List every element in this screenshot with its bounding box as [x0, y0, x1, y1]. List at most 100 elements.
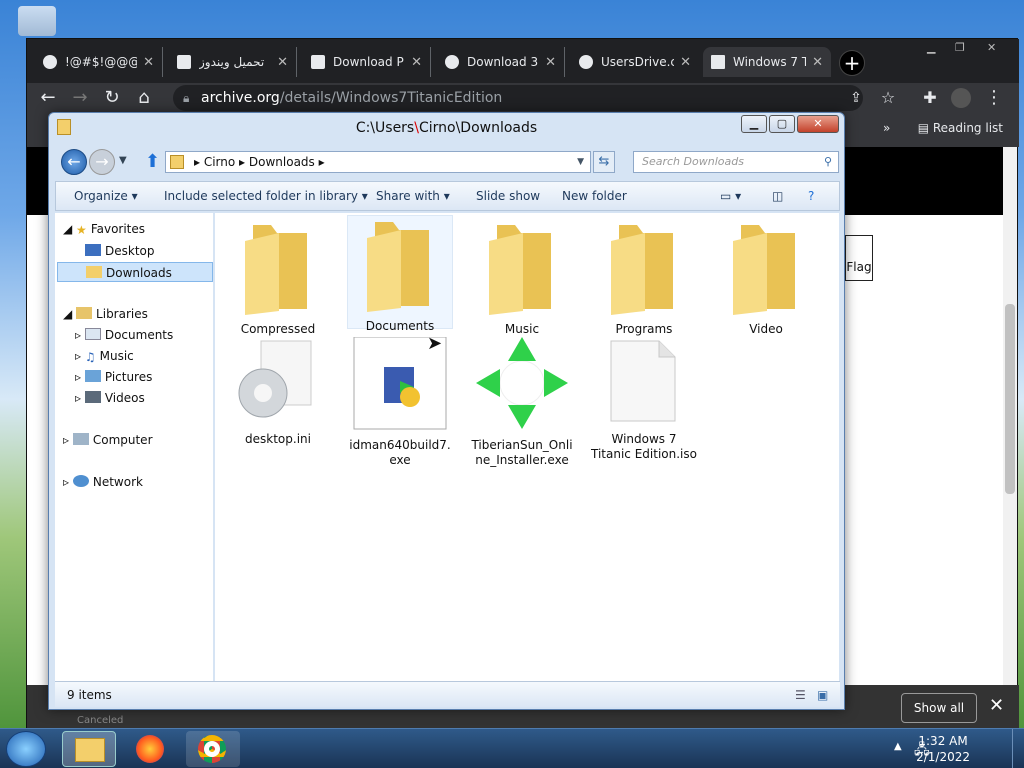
back-arrow-icon[interactable]: ←	[61, 149, 87, 175]
firefox-icon	[136, 735, 164, 763]
menu-icon[interactable]: ⋮	[983, 87, 1005, 109]
start-button[interactable]	[6, 731, 46, 767]
nav-pictures[interactable]: ▹ Pictures	[75, 367, 152, 387]
download-status: Canceled	[77, 715, 124, 726]
folder-compressed[interactable]: Compressed	[225, 219, 331, 337]
search-input[interactable]: Search Downloads ⚲	[633, 151, 839, 173]
close-tab-icon[interactable]: ✕	[411, 55, 422, 70]
pictures-icon	[84, 370, 101, 382]
reading-list-button[interactable]: ▤ Reading list	[918, 121, 1003, 135]
nav-computer[interactable]: ▹ Computer	[63, 430, 153, 450]
file-desktop-ini[interactable]: desktop.ini	[225, 337, 331, 447]
show-all-button[interactable]: Show all	[901, 693, 977, 723]
folder-music[interactable]: Music	[469, 219, 575, 337]
close-tab-icon[interactable]: ✕	[680, 55, 691, 70]
close-icon[interactable]: ✕	[987, 41, 996, 54]
share-icon[interactable]: ⇪	[845, 87, 867, 109]
file-windows7-iso[interactable]: Windows 7 Titanic Edition.iso	[591, 337, 697, 462]
folder-icon	[733, 225, 795, 315]
close-download-bar-icon[interactable]: ✕	[989, 695, 1004, 716]
close-tab-icon[interactable]: ✕	[143, 55, 154, 70]
firefox-taskbar-button[interactable]	[124, 731, 178, 767]
avatar[interactable]	[951, 88, 971, 108]
videos-icon	[84, 391, 101, 403]
recycle-bin-icon[interactable]	[18, 6, 56, 36]
tab-5[interactable]: UsersDrive.c ✕	[571, 47, 699, 77]
bookmarks-more-icon[interactable]: »	[883, 121, 890, 135]
views-icon[interactable]: ▭ ▾	[720, 182, 741, 210]
explorer-taskbar-button[interactable]	[62, 731, 116, 767]
slide-show-button[interactable]: Slide show	[476, 182, 540, 210]
folder-icon	[367, 222, 429, 312]
star-icon[interactable]: ☆	[877, 87, 899, 109]
nav-documents[interactable]: ▹ Documents	[75, 325, 173, 345]
nav-libraries[interactable]: ◢ Libraries	[63, 304, 148, 324]
close-button[interactable]: ✕	[797, 115, 839, 133]
nav-music[interactable]: ▹ ♫ Music	[75, 346, 134, 366]
maximize-icon[interactable]: ❐	[955, 41, 965, 54]
breadcrumb-downloads[interactable]: Downloads	[249, 155, 315, 169]
file-idman-exe[interactable]: idman640build7.exe	[347, 336, 453, 468]
home-icon[interactable]: ⌂	[133, 87, 155, 109]
large-icons-view-icon[interactable]: ▣	[817, 682, 828, 708]
reload-icon[interactable]: ↻	[101, 87, 123, 109]
navigation-pane: ◢ ★ Favorites Desktop Downloads ◢ Librari…	[55, 213, 213, 681]
tab-6[interactable]: Windows 7 T ✕	[703, 47, 831, 77]
tab-2[interactable]: تحميل ويندوز ✕	[169, 47, 297, 77]
nav-videos[interactable]: ▹ Videos	[75, 388, 145, 408]
reading-list-icon: ▤	[917, 121, 933, 135]
new-folder-button[interactable]: New folder	[562, 182, 627, 210]
preview-pane-icon[interactable]: ◫	[772, 182, 783, 210]
folder-video[interactable]: Video	[713, 219, 819, 337]
folder-icon	[245, 225, 307, 315]
close-tab-icon[interactable]: ✕	[277, 55, 288, 70]
help-icon[interactable]: ?	[808, 182, 814, 210]
explorer-window: C:\Users\Cirno\Downloads ▁ ▢ ✕ ← → ▼ ⬆ ▸…	[48, 112, 845, 710]
address-box[interactable]: ▸ Cirno ▸ Downloads ▸ ▼	[165, 151, 591, 173]
flag-button[interactable]: Flag	[845, 235, 873, 281]
star-icon: ★	[76, 223, 87, 237]
extensions-icon[interactable]: ✚	[919, 87, 941, 109]
close-tab-icon[interactable]: ✕	[812, 55, 823, 70]
include-in-library-button[interactable]: Include selected folder in library ▾	[164, 182, 368, 210]
new-tab-button[interactable]: +	[839, 50, 865, 76]
nav-desktop[interactable]: Desktop	[85, 241, 155, 261]
documents-icon	[84, 328, 101, 340]
forward-arrow-icon[interactable]: →	[89, 149, 115, 175]
nav-downloads[interactable]: Downloads	[57, 262, 213, 282]
address-bar[interactable]: 🔒︎ archive.org/details/Windows7TitanicEd…	[173, 85, 863, 111]
refresh-icon[interactable]: ⇆	[593, 151, 615, 173]
clock[interactable]: 1:32 AM 2/1/2022	[916, 733, 970, 765]
up-arrow-icon[interactable]: ⬆	[145, 151, 160, 172]
site-icon	[311, 55, 325, 69]
details-view-icon[interactable]: ☰	[795, 682, 806, 708]
tray-expand-icon[interactable]: ▲	[894, 741, 902, 752]
tab-4[interactable]: Download 3 ✕	[437, 47, 565, 77]
back-arrow-icon[interactable]: ←	[37, 87, 59, 109]
maximize-button[interactable]: ▢	[769, 115, 795, 133]
share-with-button[interactable]: Share with ▾	[376, 182, 450, 210]
file-tiberiansun-exe[interactable]: TiberianSun_Online_Installer.exe	[469, 337, 575, 468]
minimize-button[interactable]: ▁	[741, 115, 767, 133]
lock-icon: 🔒︎	[183, 91, 190, 105]
folder-programs[interactable]: Programs	[591, 219, 697, 337]
nav-network[interactable]: ▹ Network	[63, 472, 143, 492]
status-bar: 9 items ☰ ▣	[55, 681, 840, 707]
scrollbar-thumb[interactable]	[1005, 304, 1015, 494]
tab-3[interactable]: Download P ✕	[303, 47, 431, 77]
tab-1[interactable]: !@#$!@@@ ✕	[35, 47, 163, 77]
organize-button[interactable]: Organize ▾	[74, 182, 138, 210]
explorer-title: C:\Users\Cirno\Downloads	[355, 120, 538, 136]
folder-documents[interactable]: Documents	[347, 215, 453, 333]
close-tab-icon[interactable]: ✕	[545, 55, 556, 70]
nav-favorites[interactable]: ◢ ★ Favorites	[63, 219, 145, 239]
chrome-taskbar-button[interactable]	[186, 731, 240, 767]
chevron-down-icon[interactable]: ▼	[577, 152, 584, 172]
forward-arrow-icon[interactable]: →	[69, 87, 91, 109]
address-row: ← → ▼ ⬆ ▸ Cirno ▸ Downloads ▸ ▼ ⇆ Search…	[55, 147, 840, 177]
blank-file-icon	[610, 340, 676, 422]
minimize-icon[interactable]: ▁	[927, 41, 935, 54]
breadcrumb-cirno[interactable]: Cirno	[204, 155, 235, 169]
show-desktop-button[interactable]	[1012, 729, 1024, 768]
recent-pages-icon[interactable]: ▼	[119, 155, 127, 166]
